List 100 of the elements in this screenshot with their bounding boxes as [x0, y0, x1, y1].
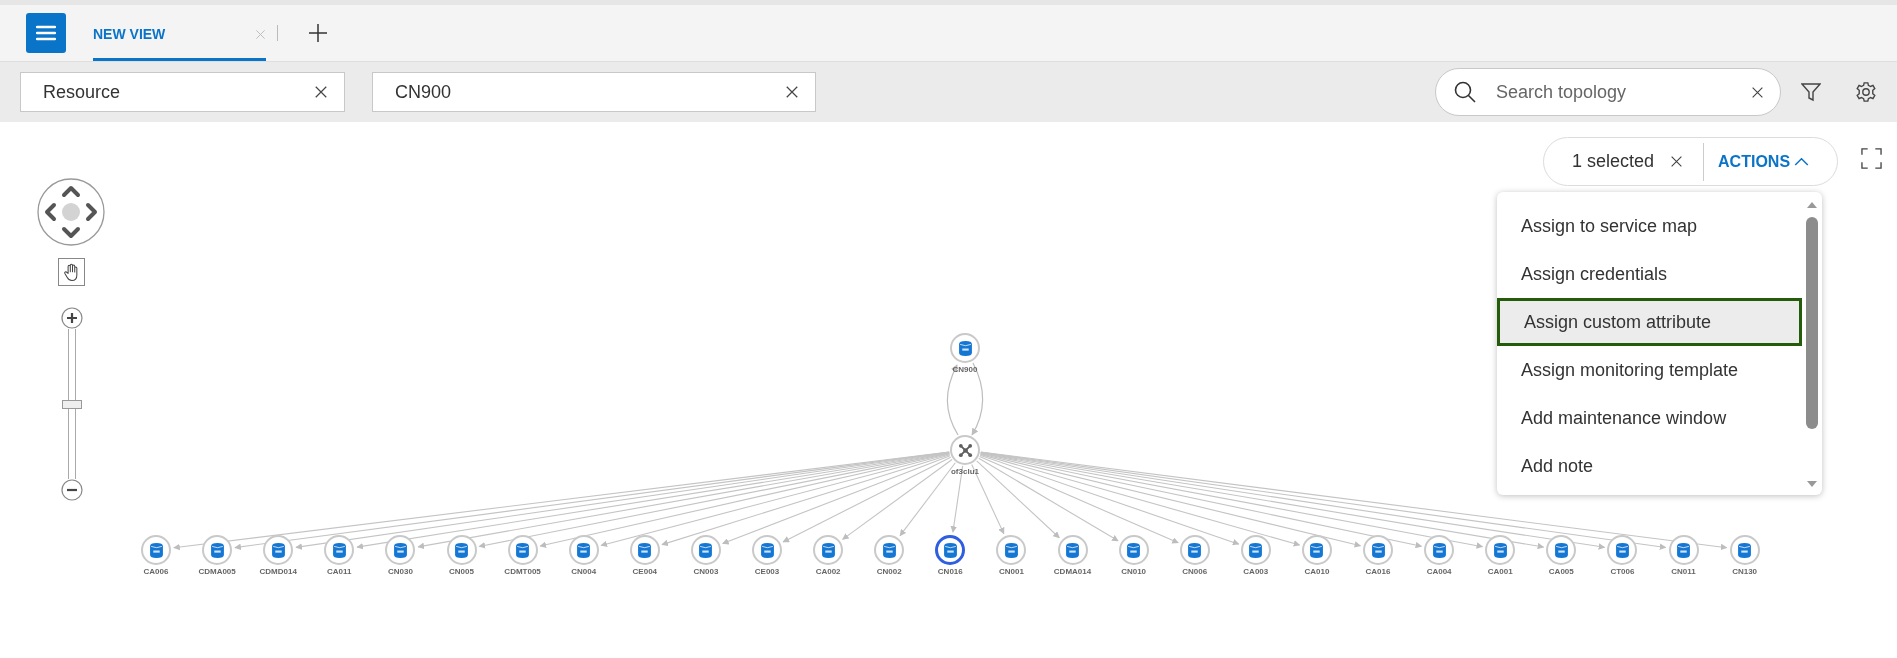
database-node[interactable] [1729, 535, 1760, 565]
node-label: CA011 [327, 567, 352, 577]
database-node[interactable] [1424, 535, 1455, 565]
database-node[interactable] [950, 333, 980, 363]
node-label: CA001 [1487, 567, 1513, 577]
database-node[interactable] [996, 535, 1027, 565]
database-node[interactable] [324, 535, 355, 565]
scroll-up-icon[interactable] [1807, 202, 1817, 208]
database-node[interactable] [202, 535, 233, 565]
node-label: CN011 [1671, 567, 1696, 577]
clear-selection-icon[interactable] [1670, 155, 1684, 168]
database-icon [1493, 542, 1507, 558]
selection-count: 1 selected [1572, 150, 1655, 173]
menu-item[interactable]: Assign to service map [1497, 202, 1802, 250]
database-icon [882, 542, 896, 558]
database-icon [638, 542, 652, 558]
node-label: of3clu1 [951, 467, 979, 477]
node-label: CA005 [1548, 567, 1574, 577]
scrollbar-thumb[interactable] [1806, 217, 1818, 429]
node-label: CN130 [1732, 567, 1758, 577]
node-label: CN010 [1121, 567, 1147, 577]
search-field[interactable]: Search topology [1435, 68, 1781, 116]
zoom-out-icon[interactable] [61, 479, 83, 501]
database-node[interactable] [1546, 535, 1577, 565]
database-node[interactable] [1179, 535, 1210, 565]
database-icon [1615, 542, 1629, 558]
pan-control-icon[interactable] [36, 177, 106, 247]
node-label: CN004 [571, 567, 597, 577]
cluster-node[interactable] [950, 435, 980, 465]
database-node[interactable] [1668, 535, 1699, 565]
menu-button[interactable] [26, 13, 66, 53]
database-node[interactable] [1363, 535, 1393, 565]
filter-field[interactable]: Resource [20, 72, 345, 112]
database-node[interactable] [568, 535, 599, 565]
menu-icon [36, 25, 56, 41]
database-node[interactable] [1057, 535, 1088, 565]
zoom-slider-thumb[interactable] [62, 399, 82, 409]
database-node[interactable] [1485, 535, 1516, 565]
settings-icon[interactable] [1855, 81, 1877, 103]
database-icon [455, 542, 468, 558]
menu-item[interactable]: Add note [1497, 442, 1802, 490]
database-icon [1432, 542, 1446, 558]
database-node[interactable] [263, 535, 294, 565]
database-node[interactable] [1607, 535, 1638, 565]
node-label: CA003 [1243, 567, 1269, 577]
database-node[interactable] [752, 535, 782, 565]
menu-item[interactable]: Assign credentials [1497, 250, 1802, 298]
database-node[interactable] [141, 535, 171, 565]
database-node[interactable] [507, 535, 538, 565]
database-icon [1127, 542, 1141, 558]
database-icon [943, 542, 957, 558]
database-node[interactable] [629, 535, 660, 565]
node-label: CDMA014 [1053, 567, 1092, 577]
node-label: CT006 [1610, 567, 1635, 577]
clear-icon[interactable] [314, 85, 328, 99]
node-label: CE004 [632, 567, 658, 577]
filter-field[interactable]: CN900 [372, 72, 816, 112]
database-node[interactable] [935, 535, 966, 565]
node-label: CN006 [1182, 567, 1208, 577]
scroll-down-icon[interactable] [1807, 481, 1817, 487]
database-icon [1188, 542, 1202, 558]
zoom-in-icon[interactable] [61, 307, 83, 329]
menu-item[interactable]: Assign monitoring template [1497, 346, 1802, 394]
database-icon [210, 542, 224, 558]
database-icon [958, 340, 972, 356]
database-icon [332, 542, 346, 558]
database-icon [1677, 542, 1690, 558]
chevron-icon [1794, 157, 1810, 166]
database-node[interactable] [813, 535, 844, 565]
database-node[interactable] [446, 535, 477, 565]
node-label: CN016 [937, 567, 963, 577]
fullscreen-icon[interactable] [1861, 148, 1882, 169]
database-icon [149, 542, 163, 558]
database-icon [1554, 542, 1568, 558]
actions-button[interactable]: ACTIONS [1718, 149, 1810, 174]
node-label: CN001 [998, 567, 1024, 577]
menu-item[interactable]: Add maintenance window [1497, 394, 1802, 442]
database-node[interactable] [1301, 535, 1332, 565]
database-node[interactable] [690, 535, 721, 565]
add-tab-icon[interactable] [308, 23, 328, 43]
node-label: CDMA005 [198, 567, 236, 577]
node-label: CA002 [815, 567, 841, 577]
database-icon [1249, 542, 1263, 558]
database-icon [1371, 542, 1385, 558]
database-icon [577, 542, 591, 558]
node-label: CE003 [754, 567, 780, 577]
node-label: CN002 [876, 567, 902, 577]
database-node[interactable] [1118, 535, 1149, 565]
search-input[interactable]: Search topology [1496, 78, 1751, 106]
database-node[interactable] [874, 535, 905, 565]
menu-item[interactable]: Assign custom attribute [1497, 298, 1802, 346]
database-icon [699, 542, 713, 558]
database-node[interactable] [385, 535, 416, 565]
clear-icon[interactable] [1751, 85, 1764, 99]
hand-icon [63, 262, 80, 282]
filter-icon[interactable] [1801, 82, 1821, 102]
database-icon [760, 542, 774, 558]
clear-icon[interactable] [785, 85, 799, 99]
pan-tool-button[interactable] [58, 258, 85, 286]
database-node[interactable] [1240, 535, 1271, 565]
